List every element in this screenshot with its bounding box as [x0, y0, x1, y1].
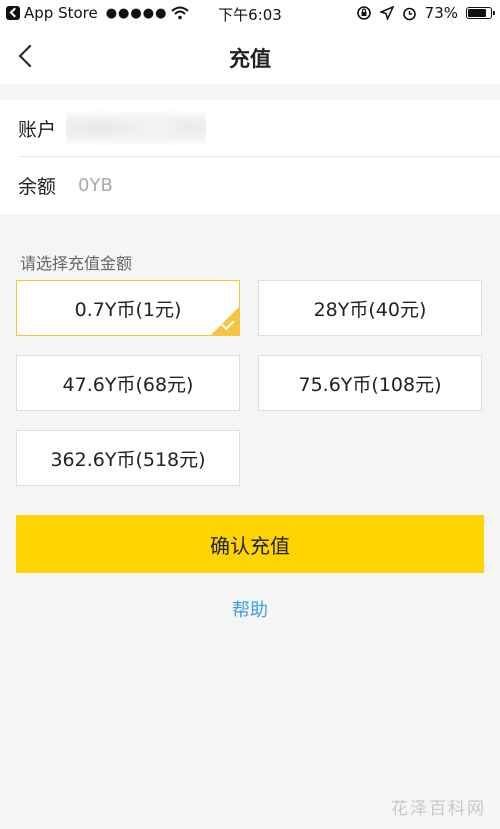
- orientation-lock-icon: [356, 6, 371, 20]
- amount-option-3[interactable]: 47.6Y币(68元): [16, 355, 240, 411]
- account-label: 账户: [18, 118, 57, 141]
- battery-icon: [466, 7, 495, 19]
- balance-label: 余额: [18, 175, 57, 198]
- account-row: 账户: [18, 100, 500, 157]
- select-amount-label: 请选择充值金额: [20, 254, 133, 273]
- balance-value: 0YB: [78, 174, 113, 196]
- balance-row: 余额 0YB: [18, 157, 500, 213]
- location-icon: [379, 6, 394, 20]
- account-name-blurred: [66, 106, 207, 150]
- account-info: 账户 余额 0YB: [0, 100, 500, 214]
- amount-option-label: 28Y币(40元): [313, 298, 427, 321]
- amount-option-label: 0.7Y币(1元): [74, 298, 182, 321]
- selected-check-icon: [211, 307, 239, 335]
- help-link[interactable]: 帮助: [232, 600, 268, 621]
- amount-option-label: 47.6Y币(68元): [62, 373, 194, 396]
- amount-option-4[interactable]: 75.6Y币(108元): [258, 355, 482, 411]
- amount-option-5[interactable]: 362.6Y币(518元): [16, 430, 240, 486]
- watermark: 花泽百科网: [391, 799, 486, 819]
- status-right: 73%: [356, 4, 495, 22]
- amount-option-label: 75.6Y币(108元): [298, 373, 442, 396]
- battery-percent: 73%: [424, 4, 458, 22]
- nav-bar: 充值: [0, 28, 500, 84]
- amount-option-1[interactable]: 0.7Y币(1元): [16, 280, 240, 336]
- amount-option-label: 362.6Y币(518元): [50, 448, 206, 471]
- battery-fill: [468, 9, 486, 17]
- alarm-icon: [402, 7, 416, 20]
- amount-option-2[interactable]: 28Y币(40元): [258, 280, 482, 336]
- confirm-recharge-button[interactable]: 确认充值: [16, 515, 484, 573]
- status-bar: App Store ●●●●● 下午6:03 73%: [0, 0, 500, 28]
- page-title: 充值: [229, 47, 271, 71]
- help-section: 帮助: [0, 596, 500, 622]
